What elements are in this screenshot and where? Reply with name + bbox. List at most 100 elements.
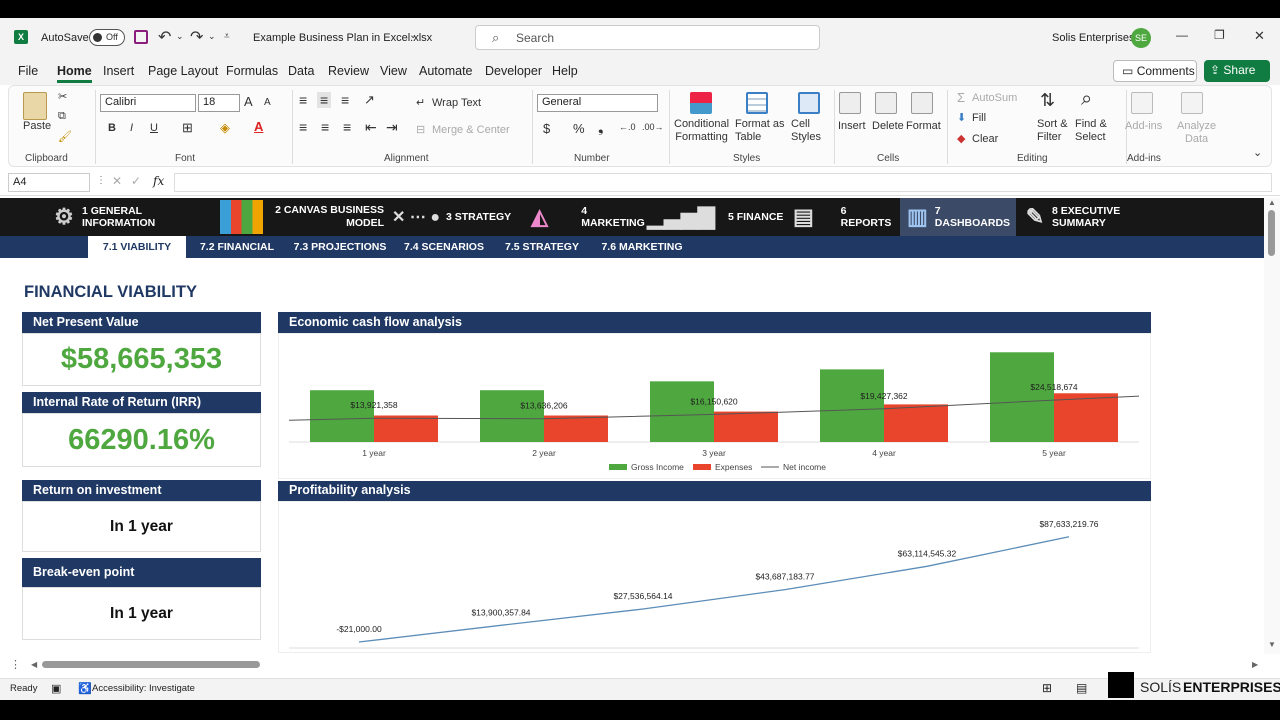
format-as-table-button[interactable]: Format as Table bbox=[735, 118, 785, 144]
underline-button[interactable]: U bbox=[150, 122, 158, 134]
search-box[interactable]: ⌕ Search bbox=[475, 25, 820, 50]
italic-button[interactable]: I bbox=[130, 122, 133, 134]
file-name[interactable]: Example Business Plan in Excel.xlsx bbox=[253, 32, 432, 44]
format-cells-icon[interactable] bbox=[911, 92, 933, 114]
customize-toolbar-icon[interactable]: ⩡ bbox=[224, 31, 230, 42]
vertical-scroll-thumb[interactable] bbox=[1268, 210, 1275, 256]
font-color-icon[interactable]: A bbox=[254, 119, 263, 134]
autosave-toggle[interactable]: Off bbox=[89, 29, 125, 46]
horizontal-scroll-thumb[interactable] bbox=[42, 661, 260, 668]
menu-file[interactable]: File bbox=[18, 64, 38, 78]
comments-button[interactable]: ▭ Comments bbox=[1113, 60, 1197, 82]
undo-dropdown-icon[interactable]: ⌄ bbox=[176, 31, 184, 42]
fill-button[interactable]: Fill bbox=[972, 112, 986, 124]
accessibility-status[interactable]: Accessibility: Investigate bbox=[92, 683, 195, 694]
page-layout-view-icon[interactable]: ▤ bbox=[1076, 681, 1087, 695]
align-right-icon[interactable]: ≡ bbox=[343, 119, 351, 135]
redo-icon[interactable]: ↷ bbox=[190, 27, 203, 47]
minimize-icon[interactable]: — bbox=[1176, 28, 1188, 42]
shrink-font-icon[interactable]: A bbox=[264, 97, 271, 108]
sheet-options-icon[interactable]: ⋮ bbox=[10, 658, 21, 671]
increase-decimal-icon[interactable]: ←.0 bbox=[619, 122, 636, 132]
clear-button[interactable]: Clear bbox=[972, 133, 998, 145]
cell-styles-icon[interactable] bbox=[798, 92, 820, 114]
menu-insert[interactable]: Insert bbox=[103, 64, 134, 78]
insert-cells-button[interactable]: Insert bbox=[838, 120, 866, 132]
formula-options-icon[interactable]: ⋮ bbox=[96, 175, 106, 186]
number-format-select[interactable]: General bbox=[537, 94, 658, 112]
fill-icon[interactable]: ⬇ bbox=[957, 111, 966, 124]
decrease-decimal-icon[interactable]: .00→ bbox=[642, 122, 664, 132]
align-top-icon[interactable]: ≡ bbox=[299, 92, 307, 108]
delete-cells-button[interactable]: Delete bbox=[872, 120, 904, 132]
undo-icon[interactable]: ↶ bbox=[158, 27, 171, 47]
collapse-ribbon-icon[interactable]: ⌄ bbox=[1253, 146, 1262, 159]
macro-record-icon[interactable]: ▣ bbox=[51, 682, 61, 695]
nav-item-finance[interactable]: ▁▃▅▇ 5 FINANCE bbox=[647, 198, 784, 236]
menu-data[interactable]: Data bbox=[288, 64, 314, 78]
cell-styles-button[interactable]: Cell Styles bbox=[791, 118, 821, 144]
tab-scenarios[interactable]: 7.4 SCENARIOS bbox=[398, 236, 490, 258]
delete-cells-icon[interactable] bbox=[875, 92, 897, 114]
format-painter-icon[interactable]: 🖌 bbox=[58, 130, 72, 143]
horizontal-scrollbar[interactable]: ⋮ ◀ ▶ bbox=[0, 656, 1280, 676]
paste-label[interactable]: Paste bbox=[23, 120, 51, 132]
fill-color-icon[interactable]: ◈ bbox=[220, 120, 230, 136]
align-center-icon[interactable]: ≡ bbox=[321, 119, 329, 135]
borders-icon[interactable]: ⊞ bbox=[182, 120, 193, 136]
nav-item-reports[interactable]: ▤ 6 REPORTS bbox=[786, 198, 898, 236]
tab-projections[interactable]: 7.3 PROJECTIONS bbox=[290, 236, 390, 258]
menu-developer[interactable]: Developer bbox=[485, 64, 542, 78]
nav-item-marketing[interactable]: ◭ 4 MARKETING bbox=[522, 198, 652, 236]
clear-icon[interactable]: ◆ bbox=[957, 132, 965, 145]
align-middle-icon[interactable]: ≡ bbox=[317, 92, 332, 108]
filename-chevron-icon[interactable]: ⌄ bbox=[409, 30, 417, 41]
menu-page-layout[interactable]: Page Layout bbox=[148, 64, 218, 78]
share-button[interactable]: ⇪ Share bbox=[1204, 60, 1270, 82]
menu-review[interactable]: Review bbox=[328, 64, 369, 78]
find-select-button[interactable]: Find & Select bbox=[1075, 118, 1107, 144]
format-cells-button[interactable]: Format bbox=[906, 120, 941, 132]
insert-cells-icon[interactable] bbox=[839, 92, 861, 114]
scroll-right-icon[interactable]: ▶ bbox=[1252, 660, 1258, 669]
name-box[interactable]: A4 bbox=[8, 173, 90, 192]
normal-view-icon[interactable]: ⊞ bbox=[1042, 681, 1052, 695]
font-name-select[interactable]: Calibri bbox=[100, 94, 196, 112]
tab-financial[interactable]: 7.2 FINANCIAL bbox=[192, 236, 282, 258]
font-size-select[interactable]: 18 bbox=[198, 94, 240, 112]
tab-marketing[interactable]: 7.6 MARKETING bbox=[594, 236, 690, 258]
conditional-formatting-button[interactable]: Conditional Formatting bbox=[674, 118, 729, 144]
nav-item-dashboards[interactable]: ▥ 7 DASHBOARDS bbox=[900, 198, 1016, 236]
find-select-icon[interactable]: ⌕ bbox=[1081, 88, 1092, 111]
tab-strategy[interactable]: 7.5 STRATEGY bbox=[498, 236, 586, 258]
currency-button[interactable]: $ bbox=[543, 121, 550, 136]
nav-item-strategy[interactable]: ✕ ⋯ ● 3 STRATEGY bbox=[386, 198, 520, 236]
align-left-icon[interactable]: ≡ bbox=[299, 119, 307, 135]
menu-help[interactable]: Help bbox=[552, 64, 578, 78]
formula-input[interactable] bbox=[174, 173, 1272, 192]
decrease-indent-icon[interactable]: ⇤ bbox=[365, 119, 377, 136]
accessibility-icon[interactable]: ♿ bbox=[78, 682, 92, 695]
percent-button[interactable]: % bbox=[573, 121, 585, 136]
menu-automate[interactable]: Automate bbox=[419, 64, 473, 78]
sort-filter-button[interactable]: Sort & Filter bbox=[1037, 118, 1068, 144]
wrap-text-button[interactable]: Wrap Text bbox=[432, 97, 481, 109]
cut-icon[interactable]: ✂ bbox=[58, 90, 67, 103]
scroll-up-icon[interactable]: ▲ bbox=[1268, 198, 1276, 207]
sort-filter-icon[interactable]: ⇅ bbox=[1040, 90, 1055, 111]
vertical-scrollbar[interactable]: ▲ ▼ bbox=[1264, 198, 1280, 654]
format-as-table-icon[interactable] bbox=[746, 92, 768, 114]
bold-button[interactable]: B bbox=[108, 122, 116, 134]
menu-view[interactable]: View bbox=[380, 64, 407, 78]
menu-formulas[interactable]: Formulas bbox=[226, 64, 278, 78]
close-icon[interactable]: ✕ bbox=[1254, 28, 1265, 44]
scroll-down-icon[interactable]: ▼ bbox=[1268, 640, 1276, 649]
conditional-formatting-icon[interactable] bbox=[690, 92, 712, 114]
restore-icon[interactable]: ❐ bbox=[1214, 28, 1225, 42]
save-icon[interactable] bbox=[134, 30, 148, 44]
wrap-text-icon[interactable]: ↵ bbox=[416, 96, 425, 109]
avatar[interactable]: SE bbox=[1131, 28, 1151, 48]
paste-icon[interactable] bbox=[23, 92, 47, 120]
nav-item-executive-summary[interactable]: ✎ 8 EXECUTIVE SUMMARY bbox=[1018, 198, 1170, 236]
tab-viability[interactable]: 7.1 VIABILITY bbox=[88, 236, 186, 258]
